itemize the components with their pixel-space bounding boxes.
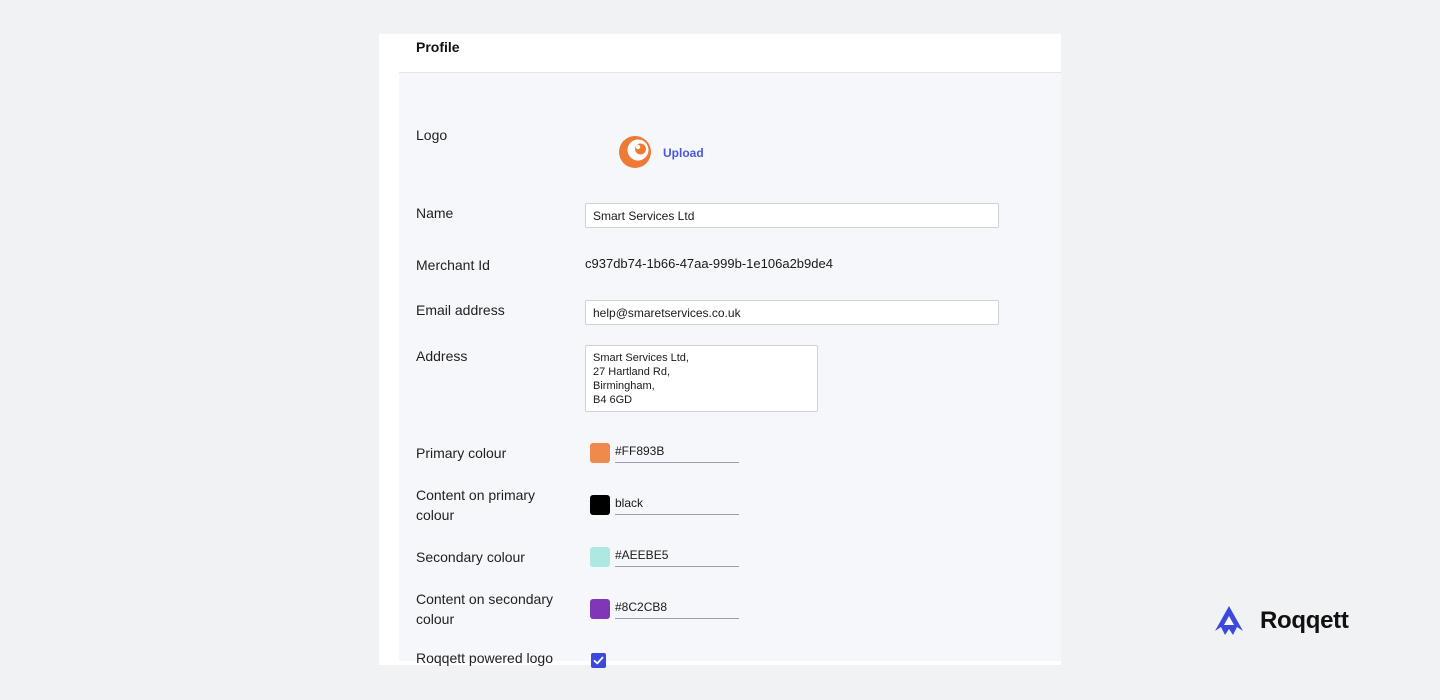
roqqett-rocket-icon bbox=[1215, 606, 1243, 635]
secondary-colour-input[interactable]: #AEEBE5 bbox=[615, 546, 739, 567]
address-line: 27 Hartland Rd, bbox=[593, 366, 671, 378]
upload-button[interactable]: Upload bbox=[663, 146, 704, 160]
profile-card: Profile Logo Upload Name Merchant Id c93… bbox=[379, 34, 1061, 668]
name-label: Name bbox=[416, 205, 454, 221]
secondary-colour-swatch[interactable] bbox=[590, 547, 610, 567]
email-input[interactable] bbox=[585, 300, 999, 325]
profile-form: Logo Upload Name Merchant Id c937db74-1b… bbox=[399, 72, 1061, 668]
content-on-secondary-input[interactable]: #8C2CB8 bbox=[615, 598, 739, 619]
merchant-logo-icon bbox=[619, 136, 651, 168]
address-textarea[interactable]: Smart Services Ltd, 27 Hartland Rd, Birm… bbox=[585, 345, 818, 412]
address-label: Address bbox=[416, 348, 468, 364]
content-on-primary-swatch[interactable] bbox=[590, 495, 610, 515]
address-line: B4 6GD bbox=[593, 394, 633, 406]
check-icon bbox=[593, 656, 604, 665]
content-on-primary-input[interactable]: black bbox=[615, 494, 739, 515]
merchant-id-label: Merchant Id bbox=[416, 257, 490, 273]
content-on-secondary-label: Content on secondary colour bbox=[416, 591, 553, 627]
powered-logo-checkbox[interactable] bbox=[591, 653, 606, 668]
primary-colour-input[interactable]: #FF893B bbox=[615, 442, 739, 463]
page-title: Profile bbox=[416, 39, 460, 55]
address-line: Birmingham, bbox=[593, 380, 655, 392]
email-label: Email address bbox=[416, 302, 505, 318]
merchant-id-value: c937db74-1b66-47aa-999b-1e106a2b9de4 bbox=[585, 256, 833, 271]
name-input[interactable] bbox=[585, 203, 999, 228]
content-on-primary-label: Content on primary colour bbox=[416, 487, 536, 523]
logo-label: Logo bbox=[416, 127, 448, 143]
card-header: Profile bbox=[379, 34, 1061, 72]
address-line: Smart Services Ltd, bbox=[593, 352, 689, 364]
powered-logo-label: Roqqett powered logo bbox=[416, 650, 553, 666]
primary-colour-label: Primary colour bbox=[416, 445, 507, 461]
roqqett-brand: Roqqett bbox=[1213, 604, 1349, 638]
secondary-colour-label: Secondary colour bbox=[416, 549, 525, 565]
content-on-secondary-swatch[interactable] bbox=[590, 599, 610, 619]
brand-name: Roqqett bbox=[1260, 607, 1349, 634]
primary-colour-swatch[interactable] bbox=[590, 443, 610, 463]
